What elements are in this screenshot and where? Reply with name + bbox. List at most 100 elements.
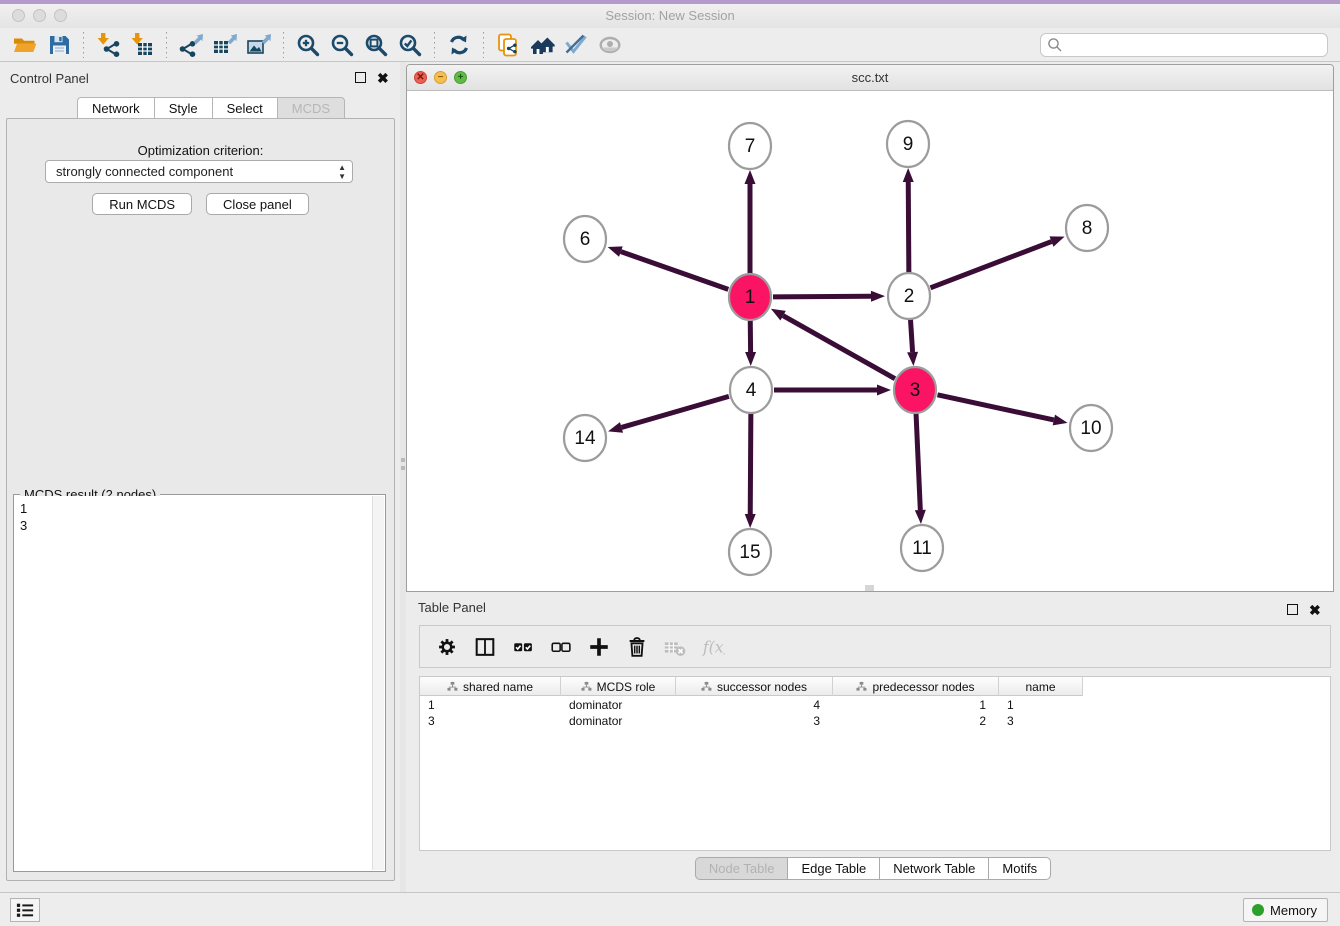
column-header-name[interactable]: name — [999, 677, 1083, 696]
column-header-MCDS-role[interactable]: MCDS role — [561, 677, 676, 696]
criterion-dropdown[interactable]: strongly connected component ▲▼ — [45, 160, 353, 183]
network-title: scc.txt — [407, 70, 1333, 85]
open-session-button[interactable] — [8, 30, 42, 60]
table-panel-close-button[interactable]: ✖ — [1309, 602, 1322, 615]
tab-select[interactable]: Select — [212, 97, 277, 119]
network-canvas[interactable]: 7 9 6 8 1 2 4 3 14 10 15 11 — [407, 91, 1333, 592]
graph-node-11[interactable]: 11 — [901, 525, 943, 571]
edge-arrow-icon — [608, 246, 623, 256]
export-network-button[interactable] — [174, 30, 208, 60]
graph-node-7[interactable]: 7 — [729, 123, 771, 169]
graph-node-15[interactable]: 15 — [729, 529, 771, 575]
column-header-successor-nodes[interactable]: successor nodes — [676, 677, 833, 696]
graph-node-10[interactable]: 10 — [1070, 405, 1112, 451]
cell-predecessor-nodes[interactable]: 2 — [833, 713, 999, 729]
save-session-button[interactable] — [42, 30, 76, 60]
deselect-all-button[interactable] — [542, 630, 580, 664]
control-panel-float-button[interactable] — [355, 70, 368, 83]
tab-edge-table[interactable]: Edge Table — [787, 857, 879, 880]
edge-2-9[interactable] — [908, 182, 909, 273]
network-from-selection-icon — [495, 32, 521, 58]
table-panel-title: Table Panel — [418, 600, 486, 615]
control-panel-close-button[interactable]: ✖ — [377, 70, 390, 83]
graph-node-4[interactable]: 4 — [730, 367, 772, 413]
cell-shared-name[interactable]: 1 — [420, 697, 561, 713]
edge-4-14[interactable] — [622, 396, 729, 427]
edge-arrow-icon — [745, 170, 756, 184]
edge-3-10[interactable] — [937, 395, 1053, 420]
import-table-button[interactable] — [125, 30, 159, 60]
cell-name[interactable]: 3 — [999, 713, 1083, 729]
memory-button[interactable]: Memory — [1243, 898, 1328, 922]
graph-node-6[interactable]: 6 — [564, 216, 606, 262]
graph-node-2[interactable]: 2 — [888, 273, 930, 319]
export-image-button[interactable] — [242, 30, 276, 60]
zoom-selected-button[interactable] — [393, 30, 427, 60]
cell-MCDS-role[interactable]: dominator — [561, 697, 676, 713]
split-view-button[interactable] — [466, 630, 504, 664]
add-row-button[interactable] — [580, 630, 618, 664]
cell-successor-nodes[interactable]: 3 — [676, 713, 833, 729]
function-builder-icon: f(x) — [701, 635, 725, 659]
table-panel-float-button[interactable] — [1287, 602, 1300, 615]
zoom-fit-button[interactable] — [359, 30, 393, 60]
edge-1-2[interactable] — [773, 296, 871, 297]
table-row[interactable]: 3dominator323 — [420, 713, 1083, 729]
column-header-shared-name[interactable]: shared name — [420, 677, 561, 696]
search-input[interactable] — [1040, 33, 1328, 57]
deselect-all-icon — [549, 635, 573, 659]
edge-4-15[interactable] — [750, 413, 751, 514]
cell-predecessor-nodes[interactable]: 1 — [833, 697, 999, 713]
tab-motifs[interactable]: Motifs — [988, 857, 1051, 880]
cell-successor-nodes[interactable]: 4 — [676, 697, 833, 713]
tab-network-table[interactable]: Network Table — [879, 857, 988, 880]
select-all-button[interactable] — [504, 630, 542, 664]
network-titlebar[interactable]: ✕ − + scc.txt — [407, 65, 1333, 91]
svg-text:15: 15 — [739, 542, 760, 563]
add-row-icon — [587, 635, 611, 659]
table-tabs: Node TableEdge TableNetwork TableMotifs — [406, 857, 1340, 880]
edge-2-3[interactable] — [910, 319, 912, 352]
criterion-value: strongly connected component — [56, 164, 233, 179]
tab-node-table[interactable]: Node Table — [695, 857, 788, 880]
zoom-in-button[interactable] — [291, 30, 325, 60]
result-scrollbar[interactable] — [372, 496, 384, 870]
delete-row-button[interactable] — [618, 630, 656, 664]
tab-style[interactable]: Style — [154, 97, 212, 119]
network-from-selection-button[interactable] — [491, 30, 525, 60]
first-neighbors-button[interactable] — [525, 30, 559, 60]
settings-button[interactable] — [428, 630, 466, 664]
split-view-icon — [473, 635, 497, 659]
edge-arrow-icon — [1050, 236, 1065, 246]
close-panel-button[interactable]: Close panel — [206, 193, 309, 215]
canvas-resize-handle[interactable] — [865, 585, 874, 591]
export-table-button[interactable] — [208, 30, 242, 60]
graph-node-3[interactable]: 3 — [894, 367, 936, 413]
edge-2-8[interactable] — [930, 242, 1051, 288]
edge-3-11[interactable] — [916, 413, 920, 510]
cell-MCDS-role[interactable]: dominator — [561, 713, 676, 729]
zoom-out-button[interactable] — [325, 30, 359, 60]
edge-3-1[interactable] — [783, 316, 895, 379]
graph-node-8[interactable]: 8 — [1066, 205, 1108, 251]
run-mcds-button[interactable]: Run MCDS — [92, 193, 192, 215]
cell-shared-name[interactable]: 3 — [420, 713, 561, 729]
graph-node-14[interactable]: 14 — [564, 415, 606, 461]
import-network-button[interactable] — [91, 30, 125, 60]
edge-1-6[interactable] — [621, 252, 728, 290]
select-all-icon — [511, 635, 535, 659]
hide-selected-button[interactable] — [559, 30, 593, 60]
tab-mcds[interactable]: MCDS — [277, 97, 345, 119]
task-history-button[interactable] — [10, 898, 40, 922]
column-header-predecessor-nodes[interactable]: predecessor nodes — [833, 677, 999, 696]
graph-node-9[interactable]: 9 — [887, 121, 929, 167]
graph-node-1[interactable]: 1 — [729, 274, 771, 320]
table-row[interactable]: 1dominator411 — [420, 697, 1083, 713]
mcds-result-text[interactable]: 1 3 — [15, 496, 372, 870]
cell-name[interactable]: 1 — [999, 697, 1083, 713]
svg-text:1: 1 — [745, 287, 756, 308]
node-table[interactable]: shared nameMCDS rolesuccessor nodesprede… — [419, 676, 1331, 851]
settings-icon — [435, 635, 459, 659]
refresh-layout-button[interactable] — [442, 30, 476, 60]
tab-network[interactable]: Network — [77, 97, 154, 119]
